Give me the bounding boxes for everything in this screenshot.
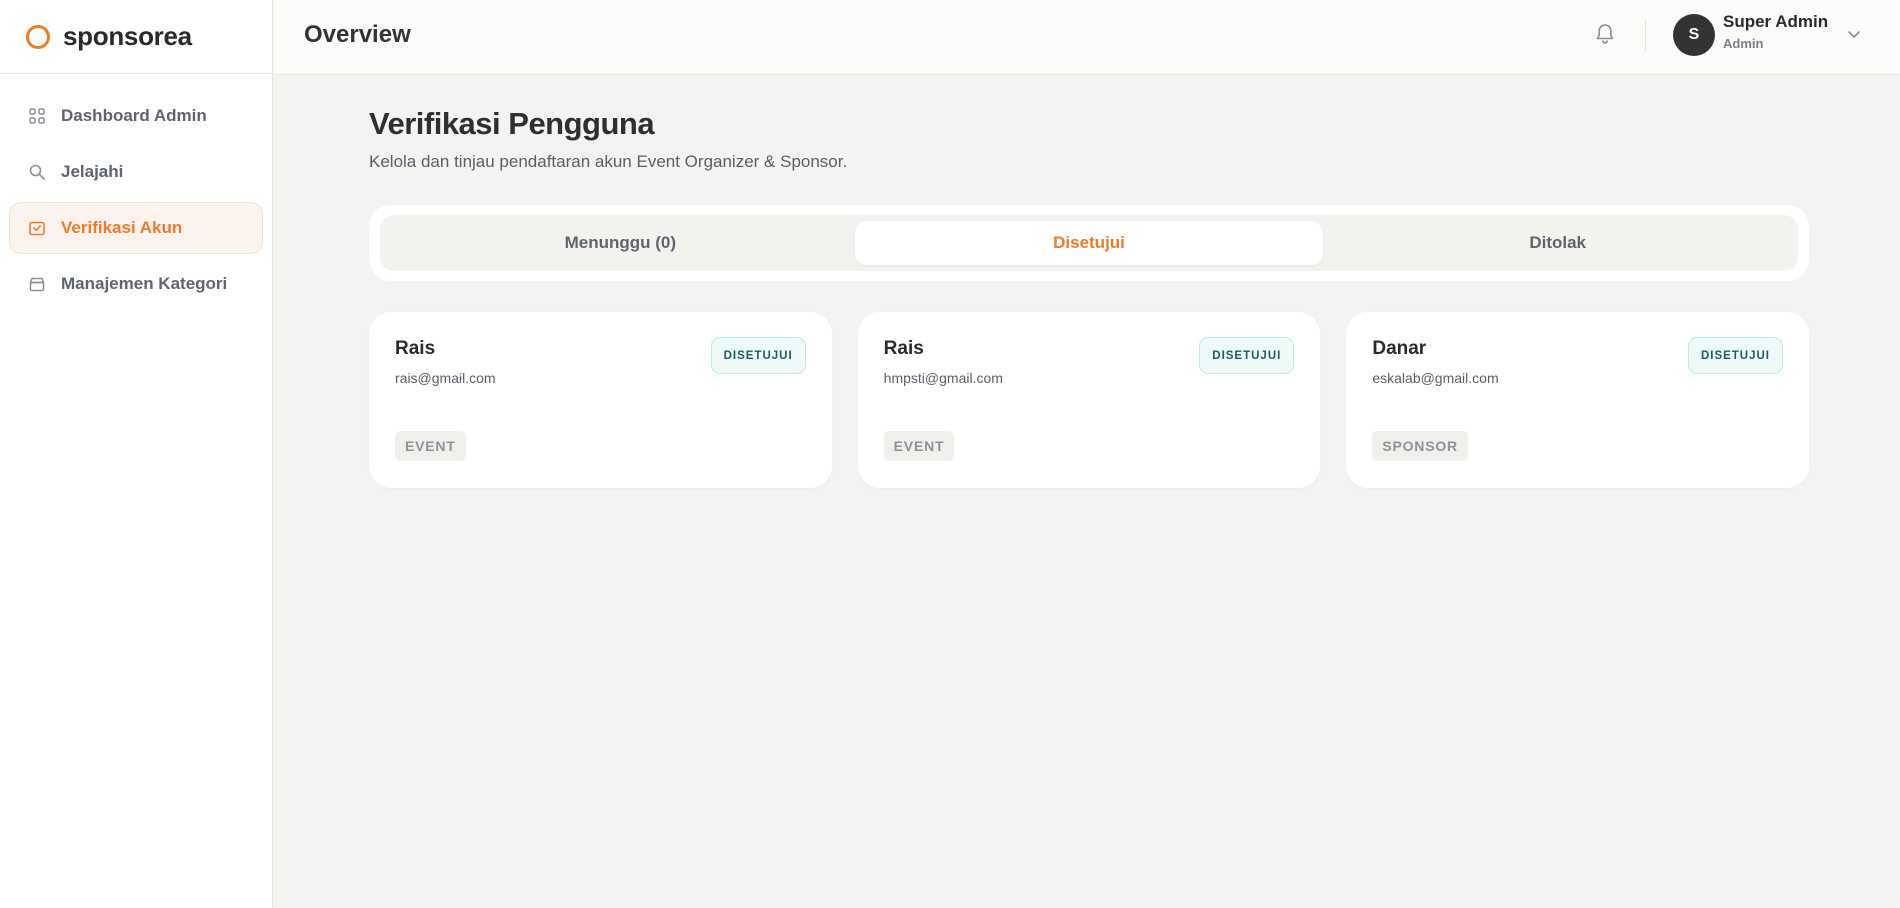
inbox-check-icon	[27, 218, 47, 238]
status-badge: DISETUJUI	[1199, 337, 1295, 374]
chevron-down-icon[interactable]	[1845, 25, 1863, 43]
header-title: Overview	[304, 21, 411, 48]
tab-disetujui[interactable]: Disetujui	[854, 221, 1324, 265]
user-role: Admin	[1723, 36, 1764, 51]
user-card-email: eskalab@gmail.com	[1372, 370, 1499, 386]
search-icon	[27, 162, 47, 182]
tab-menunggu[interactable]: Menunggu (0)	[386, 221, 855, 265]
status-tabs: Menunggu (0) Disetujui Ditolak	[369, 205, 1809, 281]
status-badge: DISETUJUI	[710, 337, 806, 374]
top-header: Overview S Super Admin Admin	[274, 0, 1900, 75]
status-badge: DISETUJUI	[1687, 337, 1784, 374]
user-name[interactable]: Super Admin	[1723, 12, 1828, 32]
notification-bell-icon[interactable]	[1593, 21, 1617, 47]
brand-name: sponsorea	[63, 21, 192, 51]
tab-list: Menunggu (0) Disetujui Ditolak	[380, 215, 1798, 271]
user-card-name: Rais	[883, 338, 924, 359]
page-subtitle: Kelola dan tinjau pendaftaran akun Event…	[369, 152, 848, 171]
sidebar-item-label: Jelajahi	[61, 162, 124, 181]
sidebar-item-label: Verifikasi Akun	[61, 218, 183, 237]
brand[interactable]: sponsorea	[0, 0, 272, 74]
user-card-name: Danar	[1372, 338, 1427, 359]
sidebar-item-dashboard-admin[interactable]: Dashboard Admin	[9, 90, 263, 142]
user-card-name: Rais	[395, 338, 436, 359]
grid-icon	[27, 106, 47, 126]
user-card-email: hmpsti@gmail.com	[883, 370, 1003, 386]
sidebar-item-label: Manajemen Kategori	[61, 274, 228, 293]
tab-ditolak[interactable]: Ditolak	[1323, 221, 1792, 265]
user-card[interactable]: Rais hmpsti@gmail.com DISETUJUI EVENT	[857, 312, 1321, 488]
header-divider	[1645, 19, 1646, 51]
user-card[interactable]: Danar eskalab@gmail.com DISETUJUI SPONSO…	[1346, 312, 1810, 488]
user-card-email: rais@gmail.com	[395, 370, 496, 386]
account-type-badge: EVENT	[883, 431, 955, 461]
account-type-badge: EVENT	[395, 431, 466, 461]
sidebar-item-label: Dashboard Admin	[61, 106, 207, 125]
sidebar-item-verifikasi-akun[interactable]: Verifikasi Akun	[9, 202, 263, 254]
archive-icon	[27, 274, 47, 294]
sidebar-nav: Dashboard Admin Jelajahi Verifikasi Akun	[0, 74, 272, 310]
user-card[interactable]: Rais rais@gmail.com DISETUJUI EVENT	[369, 312, 832, 488]
avatar[interactable]: S	[1673, 14, 1715, 56]
sidebar-item-jelajahi[interactable]: Jelajahi	[9, 146, 263, 198]
sidebar: sponsorea Dashboard Admin Jelajahi Verif…	[0, 0, 273, 908]
account-type-badge: SPONSOR	[1372, 431, 1468, 461]
page-title: Verifikasi Pengguna	[369, 106, 655, 141]
logo-ring-icon	[26, 24, 50, 49]
user-card-list: Rais rais@gmail.com DISETUJUI EVENT Rais…	[369, 312, 1810, 488]
sidebar-item-manajemen-kategori[interactable]: Manajemen Kategori	[9, 258, 263, 310]
